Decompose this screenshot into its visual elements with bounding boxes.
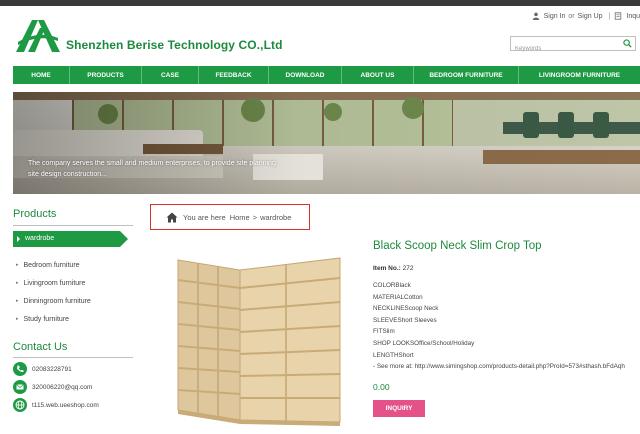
nav-bedroom-furniture[interactable]: BEDROOM FURNITURE [414,66,519,84]
spec-see-more-link[interactable]: - See more at: http://www.simingshop.com… [373,363,640,375]
item-number: Item No.: 272 [373,265,413,272]
banner-caption: The company serves the small and medium … [28,160,278,178]
spec-line: SHOP LOOKSOffice/School/Holiday [373,339,475,347]
contact-website: t115.web.ueeshop.com [13,398,99,412]
or-text: or [568,12,575,20]
bullet-arrow-icon: ▸ [16,298,19,304]
top-strip [0,0,640,6]
email-icon [13,380,27,394]
category-label: Bedroom furniture [23,261,80,269]
category-label: Study furniture [23,315,70,323]
contact-divider [13,357,133,358]
product-price: 0.00 [373,382,390,392]
category-label: Dinningroom furniture [23,297,91,305]
user-icon [532,12,539,20]
spec-line: LENGTHShort [373,351,414,359]
product-title: Black Scoop Neck Slim Crop Top [373,240,542,252]
item-number-value: 272 [402,265,414,272]
category-wardrobe[interactable]: wardrobe [13,231,128,247]
category-item[interactable]: ▸ Livingroom furniture [13,274,91,292]
email-address[interactable]: 320006220@qq.com [32,384,92,391]
category-item[interactable]: ▸ Dinningroom furniture [13,292,91,310]
breadcrumb: You are here Home > wardrobe [150,204,310,230]
inquiry-list-icon [615,12,622,20]
spec-line: SLEEVEShort Sleeves [373,316,437,324]
category-list: ▸ Bedroom furniture ▸ Livingroom furniture… [13,256,91,328]
breadcrumb-separator: > [252,212,258,222]
globe-icon [13,398,27,412]
search-box [510,36,636,56]
nav-products[interactable]: PRODUCTS [70,66,142,84]
category-item[interactable]: ▸ Bedroom furniture [13,256,91,274]
company-name: Shenzhen Berise Technology CO.,Ltd [66,38,283,52]
contact-email: 320006220@qq.com [13,380,92,394]
nav-case[interactable]: CASE [142,66,199,84]
spec-line: FITSlim [373,328,395,336]
breadcrumb-prefix: You are here [183,212,226,222]
contact-phone: 02083228791 [13,362,72,376]
products-heading: Products [13,208,57,220]
bullet-arrow-icon: ▸ [16,262,19,268]
bullet-arrow-icon: ▸ [16,280,19,286]
nav-feedback[interactable]: FEEDBACK [199,66,269,84]
breadcrumb-home-link[interactable]: Home [230,213,250,222]
product-image[interactable] [160,252,346,432]
company-logo[interactable] [14,16,62,54]
nav-about-us[interactable]: ABOUT US [342,66,414,84]
sign-up-link[interactable]: Sign Up [578,13,603,20]
phone-number: 02083228791 [32,365,72,373]
spec-line: MATERIALCotton [373,293,423,301]
contact-heading: Contact Us [13,341,68,353]
inquiry-button[interactable]: INQUIRY [373,400,425,417]
hero-banner: The company serves the small and medium … [13,92,640,194]
nav-download[interactable]: DOWNLOAD [269,66,342,84]
products-divider [13,225,133,226]
spec-line: NECKLINEScoop Neck [373,305,439,313]
breadcrumb-current[interactable]: wardrobe [260,213,291,222]
product-specs: COLORBlack MATERIALCotton NECKLINEScoop … [373,282,640,375]
item-number-label: Item No.: [373,265,401,272]
divider: | [608,12,611,20]
inquiry-link[interactable]: Inqu [626,13,640,20]
nav-livingroom-furniture[interactable]: LIVINGROOM FURNITURE [519,66,640,84]
category-wardrobe-label: wardrobe [25,235,55,242]
home-icon [166,212,178,222]
bullet-arrow-icon: ▸ [16,316,19,322]
sign-in-link[interactable]: Sign In [544,13,566,20]
nav-home[interactable]: HOME [13,66,70,84]
category-item[interactable]: ▸ Study furniture [13,310,91,328]
spec-line: COLORBlack [373,282,411,289]
search-icon[interactable] [623,39,632,48]
search-input[interactable] [511,42,619,56]
website-url[interactable]: t115.web.ueeshop.com [32,402,99,409]
main-nav: HOME PRODUCTS CASE FEEDBACK DOWNLOAD ABO… [13,66,640,84]
phone-icon [13,362,27,376]
account-links: Sign In or Sign Up | Inqu [532,10,640,22]
category-label: Livingroom furniture [23,279,86,287]
